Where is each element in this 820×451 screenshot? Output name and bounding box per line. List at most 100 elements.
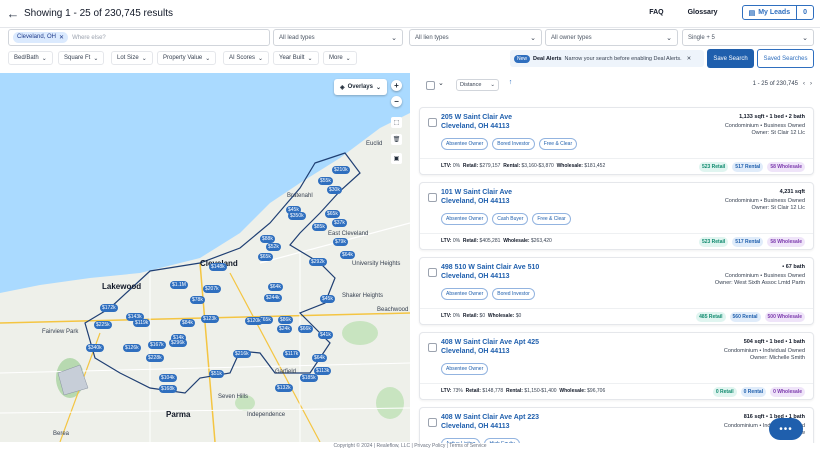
rental-badge[interactable]: 517 Rental <box>732 237 764 247</box>
price-marker[interactable]: $296k <box>169 339 187 347</box>
wholesale-badge[interactable]: 0 Wholesale <box>770 387 805 397</box>
lot-size-filter[interactable]: Lot Size ⌄ <box>111 51 153 65</box>
save-search-button[interactable]: Save Search <box>707 49 754 68</box>
price-marker[interactable]: $88k <box>260 235 275 243</box>
select-all-checkbox[interactable] <box>426 81 435 90</box>
zoom-out-button[interactable]: − <box>391 96 402 107</box>
property-type-select[interactable]: Single + 5 ⌄ <box>682 29 814 46</box>
close-icon[interactable]: ✕ <box>59 34 64 41</box>
price-marker[interactable]: $350k <box>288 212 306 220</box>
price-marker[interactable]: $78k <box>190 296 205 304</box>
location-chip[interactable]: Cleveland, OH ✕ <box>13 32 69 43</box>
property-card[interactable]: 205 W Saint Clair Ave Cleveland, OH 4411… <box>419 107 814 175</box>
my-leads-button[interactable]: ▤ My Leads 0 <box>741 5 814 20</box>
lead-tag[interactable]: Absentee Owner <box>441 138 489 150</box>
lead-types-select[interactable]: All lead types ⌄ <box>273 29 403 46</box>
price-marker[interactable]: $117k <box>283 350 301 358</box>
address-line1[interactable]: 408 W Saint Clair Ave Apt 425 <box>441 339 539 346</box>
price-marker[interactable]: $168k <box>159 385 177 393</box>
more-filter[interactable]: More ⌄ <box>323 51 357 65</box>
lead-tag[interactable]: Free & Clear <box>532 213 571 225</box>
property-card[interactable]: 101 W Saint Clair Ave Cleveland, OH 4411… <box>419 182 814 250</box>
price-marker[interactable]: $126k <box>123 344 141 352</box>
address-line2[interactable]: Cleveland, OH 44113 <box>441 423 509 430</box>
retail-badge[interactable]: 485 Retail <box>696 312 726 322</box>
address-line2[interactable]: Cleveland, OH 44113 <box>441 273 509 280</box>
price-marker[interactable]: $52k <box>266 243 281 251</box>
price-marker[interactable]: $148k <box>209 263 227 271</box>
property-card[interactable]: 498 510 W Saint Clair Ave 510 Cleveland,… <box>419 257 814 325</box>
retail-badge[interactable]: 523 Retail <box>698 237 729 247</box>
location-input[interactable]: Cleveland, OH ✕ Where else? <box>8 29 270 46</box>
address-line2[interactable]: Cleveland, OH 44113 <box>441 123 509 130</box>
price-marker[interactable]: $216k <box>233 350 251 358</box>
price-marker[interactable]: $113k <box>314 367 332 375</box>
saved-searches-button[interactable]: Saved Searches <box>757 49 814 68</box>
price-marker[interactable]: $292k <box>309 258 327 266</box>
retail-badge[interactable]: 523 Retail <box>698 162 729 172</box>
zoom-in-button[interactable]: + <box>391 80 402 91</box>
chevron-down-icon[interactable]: ⌄ <box>438 79 444 87</box>
image-icon[interactable]: ▣ <box>391 153 402 164</box>
lead-tag[interactable]: Absentee Owner <box>441 363 489 375</box>
price-marker[interactable]: $244k <box>264 294 282 302</box>
sort-direction-icon[interactable]: ↑ <box>505 79 516 91</box>
price-marker[interactable]: $207k <box>203 285 221 293</box>
price-marker[interactable]: $24k <box>277 325 292 333</box>
price-marker[interactable]: $30k <box>327 186 342 194</box>
draw-shape-icon[interactable]: ⬚ <box>391 117 402 128</box>
retail-badge[interactable]: 0 Retail <box>712 387 737 397</box>
owner-types-select[interactable]: All owner types ⌄ <box>545 29 678 46</box>
price-marker[interactable]: $1.1M <box>170 281 188 289</box>
card-checkbox[interactable] <box>428 343 437 352</box>
wholesale-badge[interactable]: 58 Wholesale <box>767 162 805 172</box>
wholesale-badge[interactable]: 58 Wholesale <box>767 237 805 247</box>
rental-badge[interactable]: 0 Rental <box>740 387 767 397</box>
address-line2[interactable]: Cleveland, OH 44113 <box>441 348 509 355</box>
chevron-left-icon[interactable]: ‹ <box>803 81 805 87</box>
lead-tag[interactable]: Absentee Owner <box>441 213 489 225</box>
overlays-button[interactable]: ◈ Overlays ⌄ <box>334 79 387 95</box>
price-marker[interactable]: $123k <box>201 315 219 323</box>
price-marker[interactable]: $37k <box>332 219 347 227</box>
close-icon[interactable]: ✕ <box>687 56 692 62</box>
price-marker[interactable]: $119k <box>133 319 151 327</box>
lead-tag[interactable]: Bored Investor <box>492 288 535 300</box>
chevron-right-icon[interactable]: › <box>810 81 812 87</box>
address-line1[interactable]: 408 W Saint Clair Ave Apt 223 <box>441 414 539 421</box>
price-marker[interactable]: $41k <box>318 331 333 339</box>
faq-link[interactable]: FAQ <box>649 9 663 16</box>
square-ft-filter[interactable]: Square Ft ⌄ <box>58 51 105 65</box>
map[interactable]: ◈ Overlays ⌄ + − ⬚ 🗑 ▣ Euclid Bratenahl Ea… <box>0 73 410 442</box>
lien-types-select[interactable]: All lien types ⌄ <box>409 29 542 46</box>
price-marker[interactable]: $210k <box>332 166 350 174</box>
trash-icon[interactable]: 🗑 <box>391 134 402 145</box>
price-marker[interactable]: $64k <box>312 354 327 362</box>
address-line1[interactable]: 205 W Saint Clair Ave <box>441 114 512 121</box>
property-value-filter[interactable]: Property Value ⌄ <box>157 51 217 65</box>
rental-badge[interactable]: 517 Rental <box>732 162 764 172</box>
property-card[interactable]: 408 W Saint Clair Ave Apt 425 Cleveland,… <box>419 332 814 400</box>
price-marker[interactable]: $45k <box>320 295 335 303</box>
price-marker[interactable]: $120k <box>245 317 263 325</box>
price-marker[interactable]: $228k <box>146 354 164 362</box>
card-checkbox[interactable] <box>428 193 437 202</box>
price-marker[interactable]: $86k <box>278 316 293 324</box>
address-line1[interactable]: 101 W Saint Clair Ave <box>441 189 512 196</box>
price-marker[interactable]: $65k <box>258 253 273 261</box>
address-line1[interactable]: 498 510 W Saint Clair Ave 510 <box>441 264 539 271</box>
price-marker[interactable]: $64k <box>268 283 283 291</box>
card-checkbox[interactable] <box>428 118 437 127</box>
year-built-filter[interactable]: Year Built ⌄ <box>273 51 319 65</box>
price-marker[interactable]: $66k <box>298 325 313 333</box>
price-marker[interactable]: $65k <box>325 210 340 218</box>
price-marker[interactable]: $51k <box>209 370 224 378</box>
price-marker[interactable]: $132k <box>275 384 293 392</box>
price-marker[interactable]: $340k <box>86 344 104 352</box>
price-marker[interactable]: $85k <box>312 223 327 231</box>
lead-tag[interactable]: Cash Buyer <box>492 213 529 225</box>
lead-tag[interactable]: Absentee Owner <box>441 288 489 300</box>
price-marker[interactable]: $104k <box>159 374 177 382</box>
ai-scores-filter[interactable]: AI Scores ⌄ <box>223 51 270 65</box>
price-marker[interactable]: $172k <box>100 304 118 312</box>
